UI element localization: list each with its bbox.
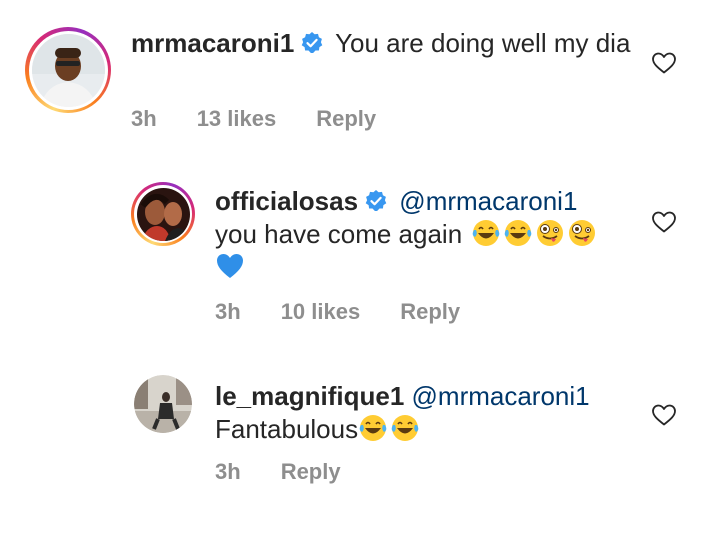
avatar-photo (136, 187, 190, 241)
comment-body: You are doing well my dia (335, 28, 631, 58)
verified-badge-icon (365, 190, 387, 211)
comment-body: Fantabulous (215, 414, 359, 444)
laughing-tears-emoji (359, 415, 387, 441)
blue-heart-emoji (217, 254, 243, 278)
zany-face-emoji (569, 220, 596, 246)
comment-le_magnifique1: le_magnifique1 @mrmacaroni1 Fantabulous … (0, 340, 720, 534)
laughing-tears-emoji (505, 220, 532, 246)
laughing-tears-emoji (473, 220, 500, 246)
reply-button[interactable]: Reply (316, 106, 376, 132)
timestamp: 3h (131, 106, 157, 131)
comment-mrmacaroni1: mrmacaroni1 You are doing well my dia 3h… (0, 0, 720, 150)
zany-face-emoji (537, 220, 564, 246)
heart-outline-icon[interactable] (651, 51, 677, 75)
heart-outline-icon[interactable] (651, 210, 677, 234)
username[interactable]: mrmacaroni1 (131, 28, 294, 58)
likes-count[interactable]: 10 likes (281, 299, 361, 325)
comment-text-block: le_magnifique1 @mrmacaroni1 Fantabulous (215, 380, 635, 446)
avatar-photo (134, 375, 192, 433)
comment-meta: 3h 13 likes Reply (131, 106, 376, 132)
mention-link[interactable]: @mrmacaroni1 (399, 186, 577, 216)
comment-meta: 3h 10 likes Reply (215, 299, 460, 325)
avatar[interactable] (25, 27, 111, 113)
comment-body: you have come again (215, 219, 463, 249)
comment-officialosas: officialosas @mrmacaroni1 you have come … (0, 150, 720, 340)
avatar[interactable] (134, 375, 192, 433)
laughing-tears-emoji (391, 415, 419, 441)
comment-text-block: mrmacaroni1 You are doing well my dia (131, 27, 631, 60)
comment-meta: 3h Reply (215, 459, 341, 485)
username[interactable]: le_magnifique1 (215, 381, 404, 411)
mention-link[interactable]: @mrmacaroni1 (412, 381, 590, 411)
comment-text-block: officialosas @mrmacaroni1 you have come … (215, 185, 635, 284)
heart-outline-icon[interactable] (651, 403, 677, 427)
timestamp: 3h (215, 299, 241, 324)
likes-count[interactable]: 13 likes (197, 106, 277, 132)
verified-badge-icon (302, 32, 323, 53)
reply-button[interactable]: Reply (400, 299, 460, 325)
avatar[interactable] (131, 182, 195, 246)
timestamp: 3h (215, 459, 241, 484)
reply-button[interactable]: Reply (281, 459, 341, 485)
avatar-photo (31, 33, 105, 107)
username[interactable]: officialosas (215, 186, 358, 216)
